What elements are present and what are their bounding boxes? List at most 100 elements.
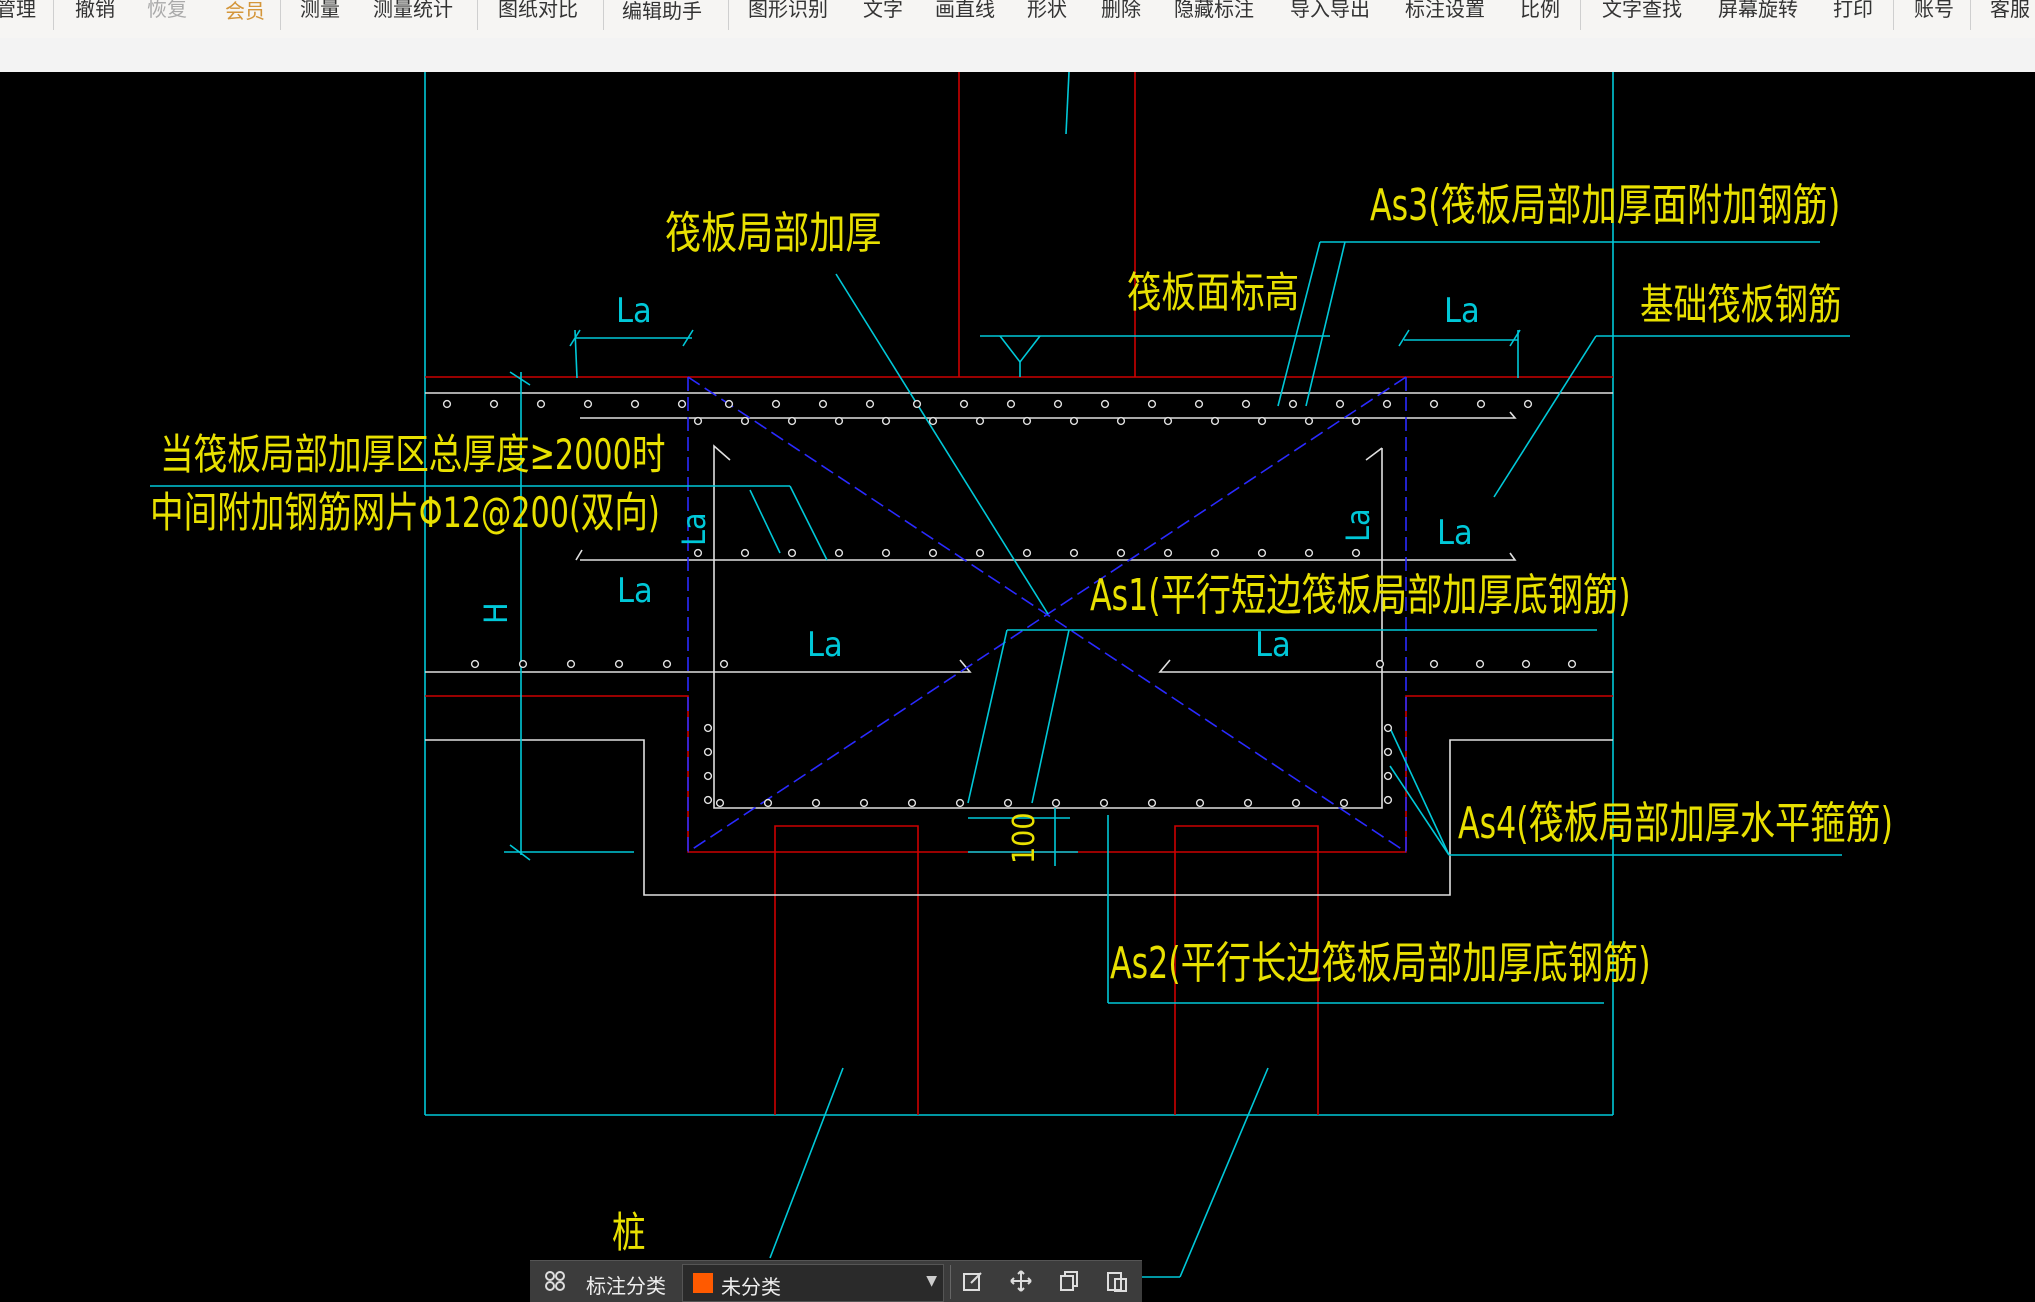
label-h-dimension: H xyxy=(477,602,515,624)
grid-icon[interactable] xyxy=(542,1269,568,1295)
rebar-dot xyxy=(811,798,821,808)
rebar-dot xyxy=(740,416,750,426)
rebar-dot xyxy=(1099,798,1109,808)
rebar-dot xyxy=(1375,659,1385,669)
rebar-dot xyxy=(703,795,713,805)
undo-button[interactable]: 撤销 xyxy=(75,0,115,30)
rebar-dot xyxy=(1163,416,1173,426)
import-export-button[interactable]: 导入导出 xyxy=(1290,0,1370,30)
rebar-dot xyxy=(1351,548,1361,558)
rebar-dot xyxy=(724,399,734,409)
rebar-dot xyxy=(787,416,797,426)
member-button[interactable]: 会员 xyxy=(225,1,265,32)
category-select[interactable]: 未分类 ▼ xyxy=(682,1264,944,1302)
annotation-settings-button[interactable]: 标注设置 xyxy=(1405,0,1485,30)
rebar-dot xyxy=(1195,798,1205,808)
rebar-dot xyxy=(859,798,869,808)
rebar-dot xyxy=(1194,399,1204,409)
rebar-dot xyxy=(715,798,725,808)
rebar-dot xyxy=(959,399,969,409)
rebar-dot xyxy=(719,659,729,669)
rebar-dot xyxy=(1051,798,1061,808)
label-la-top-right: La xyxy=(1444,291,1480,331)
rebar-dot xyxy=(1163,548,1173,558)
delete-button[interactable]: 删除 xyxy=(1101,0,1141,30)
rebar-dot xyxy=(614,659,624,669)
rebar-dot xyxy=(1069,416,1079,426)
cyan-leader-lines xyxy=(150,241,1850,1278)
label-as2: As2(平行长边筏板局部加厚底钢筋) xyxy=(1110,938,1651,989)
move-icon[interactable] xyxy=(1008,1269,1034,1295)
draw-line-button[interactable]: 画直线 xyxy=(935,0,995,30)
print-button[interactable]: 打印 xyxy=(1833,0,1873,30)
edit-assistant-button[interactable]: 编辑助手 xyxy=(622,1,702,32)
rebar-dot xyxy=(518,659,528,669)
rebar-dot xyxy=(818,399,828,409)
rebar-dot xyxy=(1351,416,1361,426)
rebar-dot xyxy=(1475,659,1485,669)
rebar-dot xyxy=(787,548,797,558)
label-base-raft-rebar: 基础筏板钢筋 xyxy=(1640,280,1842,329)
rebar-dot xyxy=(1147,399,1157,409)
toolbar-divider xyxy=(1970,0,1971,30)
scale-button[interactable]: 比例 xyxy=(1520,0,1560,30)
copy-icon[interactable] xyxy=(1056,1269,1082,1295)
measure-button[interactable]: 测量 xyxy=(300,0,340,30)
rebar-dot xyxy=(1521,659,1531,669)
text-button[interactable]: 文字 xyxy=(863,0,903,30)
top-toolbar: 管理 撤销 恢复 会员 测量 测量统计 图纸对比 编辑助手 图形识别 文字 画直… xyxy=(0,0,2035,39)
rebar-dot xyxy=(677,399,687,409)
rebar-dot xyxy=(771,399,781,409)
rebar-dot xyxy=(1382,399,1392,409)
rebar-dot xyxy=(1339,798,1349,808)
text-search-button[interactable]: 文字查找 xyxy=(1602,0,1682,30)
rebar-dot xyxy=(1304,416,1314,426)
rebar-dot xyxy=(1523,399,1533,409)
rebar-dot xyxy=(1383,771,1393,781)
rebar-dot xyxy=(740,548,750,558)
category-label: 标注分类 xyxy=(586,1274,666,1298)
toolbar-divider xyxy=(1580,0,1581,30)
rebar-dot xyxy=(881,416,891,426)
rebar-dot xyxy=(442,399,452,409)
edit-icon[interactable] xyxy=(960,1269,986,1295)
rebar-dot xyxy=(536,399,546,409)
shape-button[interactable]: 形状 xyxy=(1027,0,1067,30)
menu-manage[interactable]: 管理 xyxy=(0,0,36,30)
label-la-mid-left: La xyxy=(617,571,653,611)
rebar-dot xyxy=(1006,399,1016,409)
rebar-dot xyxy=(662,659,672,669)
rebar-dot xyxy=(1147,798,1157,808)
paste-icon[interactable] xyxy=(1104,1269,1130,1295)
drawing-canvas[interactable]: 筏板局部加厚 筏板面标高 As3(筏板局部加厚面附加钢筋) 基础筏板钢筋 当筏板… xyxy=(0,72,2035,1301)
rebar-dot xyxy=(1022,548,1032,558)
rebar-dot xyxy=(1022,416,1032,426)
rebar-dot xyxy=(703,747,713,757)
rebar-dot xyxy=(881,548,891,558)
rebar-dot xyxy=(912,399,922,409)
screen-rotate-button[interactable]: 屏幕旋转 xyxy=(1718,0,1798,30)
shape-recognition-button[interactable]: 图形识别 xyxy=(748,0,828,30)
rebar-dot xyxy=(1003,798,1013,808)
rebar-dot xyxy=(1243,798,1253,808)
rebar-dot xyxy=(1210,548,1220,558)
toolbar-divider xyxy=(477,0,478,30)
rebar-dot xyxy=(907,798,917,808)
hide-annotation-button[interactable]: 隐藏标注 xyxy=(1174,0,1254,30)
rebar-dot xyxy=(1210,416,1220,426)
cad-drawing xyxy=(150,72,1850,1278)
label-dim-100: 100 xyxy=(1007,812,1042,864)
label-la-vertical-right: La xyxy=(1339,508,1377,542)
rebar-dot xyxy=(975,548,985,558)
rebar-dot xyxy=(1257,416,1267,426)
customer-service-button[interactable]: 客服 xyxy=(1990,0,2030,30)
drawing-compare-button[interactable]: 图纸对比 xyxy=(498,0,578,30)
label-pile: 桩 xyxy=(612,1208,646,1257)
account-button[interactable]: 账号 xyxy=(1914,0,1954,30)
rebar-dot xyxy=(1116,416,1126,426)
label-local-thickening: 筏板局部加厚 xyxy=(665,208,882,259)
measure-stats-button[interactable]: 测量统计 xyxy=(373,0,453,30)
redo-button[interactable]: 恢复 xyxy=(147,0,187,30)
rebar-dot xyxy=(1069,548,1079,558)
label-la-vertical-left: La xyxy=(675,512,713,546)
